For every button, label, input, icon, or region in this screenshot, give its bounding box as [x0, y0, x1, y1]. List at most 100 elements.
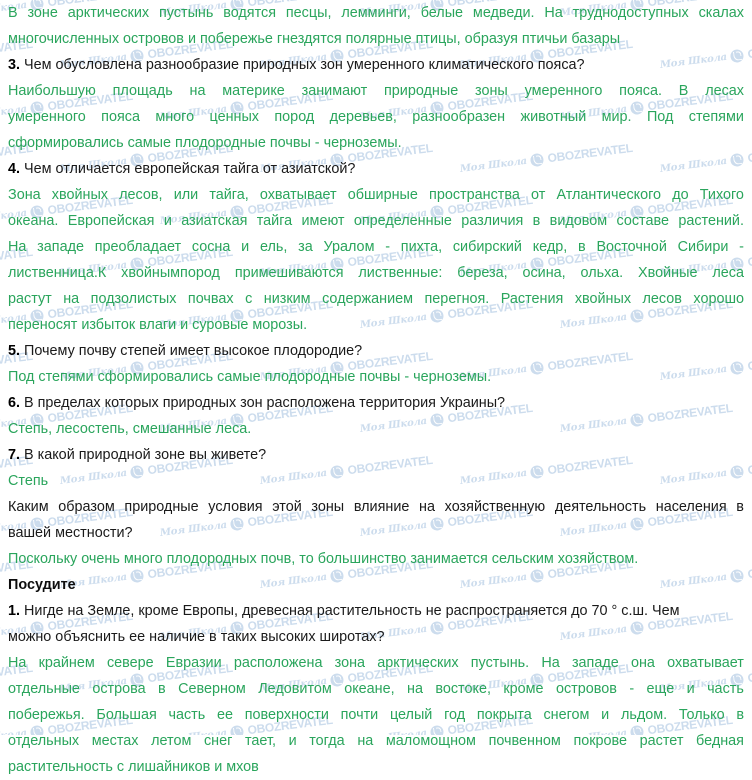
text-word: хвойных	[574, 291, 632, 307]
text-word: отдельные	[8, 681, 80, 697]
text-word: льдом.	[620, 707, 668, 723]
text-word: различия	[461, 213, 524, 229]
text-word: отдельных	[8, 733, 80, 749]
text-word: составе	[616, 213, 669, 229]
text-word: почти	[340, 707, 379, 723]
text-word: тайга	[256, 213, 293, 229]
text-word: умеренного	[524, 83, 603, 99]
text-word: на	[407, 681, 423, 697]
question-block: 6. В пределах которых природных зон распо…	[8, 390, 744, 416]
question-number: 1.	[8, 603, 21, 619]
text-word: хвойных	[51, 187, 109, 203]
text-word: покрыта	[476, 707, 532, 723]
text-word: пространства	[429, 187, 520, 203]
text-word: зоне	[27, 5, 58, 21]
text-word: Зона	[8, 187, 41, 203]
text-word: ольха.	[580, 265, 624, 281]
text-word: или	[173, 187, 199, 203]
text-word: кроме	[503, 681, 544, 697]
text-word: арктических	[377, 655, 459, 671]
question-line: вашей местности?	[8, 525, 133, 541]
text-word: востоке,	[435, 681, 491, 697]
text-word: от	[531, 187, 546, 203]
answer-block: Взоне арктических пустынь водятся песцы, лемм…	[8, 0, 744, 52]
text-word: низким	[263, 291, 311, 307]
text-word: до	[672, 187, 689, 203]
text-word: преобладает	[94, 239, 182, 255]
text-word: в	[532, 213, 541, 229]
answer-line: растительность с лишайников и мхов	[8, 759, 259, 775]
text-word: площадь	[112, 83, 173, 99]
text-word: поверхности	[244, 707, 329, 723]
text-word: В	[8, 5, 18, 21]
answer-line: умеренного пояса много ценных пород деревьев,…	[8, 104, 744, 130]
text-word: почвенном	[488, 733, 561, 749]
question-number: 5.	[8, 343, 21, 359]
text-word: за	[298, 239, 313, 255]
question-line: 1. Нигде на Земле, кроме Европы, древесна…	[8, 598, 744, 624]
answer-line: лиственница.К хвойнымпород примешиваются ли…	[8, 260, 744, 286]
text-word: определенные	[353, 213, 452, 229]
answer-line: растут на подзолистых почвах с низким содержан…	[8, 286, 744, 312]
text-word: растет	[639, 733, 684, 749]
text-word: занимают	[301, 83, 368, 99]
text-word: Уралом	[323, 239, 375, 255]
question-text: Чем отличается европейская тайга от азиа…	[24, 161, 356, 177]
answer-line: сформировались самые плодородные почвы -…	[8, 135, 402, 151]
text-word: условия	[208, 499, 263, 515]
text-word: скалах	[698, 5, 744, 21]
text-word: часть	[707, 681, 744, 697]
text-word: пихта,	[400, 239, 443, 255]
text-word: западе	[571, 655, 619, 671]
text-word: арктических	[67, 5, 150, 21]
text-word: охватывает	[667, 655, 744, 671]
text-word: на	[63, 291, 80, 307]
text-word: местах	[91, 733, 139, 749]
text-word: пояса	[101, 109, 140, 125]
answer-line: Наибольшую площадь на материке занимают приро…	[8, 78, 744, 104]
text-word: лиственные:	[358, 265, 443, 281]
text-word: она	[630, 655, 655, 671]
answer-block: Зона хвойных лесов, или тайга, охватывает обши…	[8, 182, 744, 338]
question-line: Каким образом природные условия этой зоны влия…	[8, 494, 744, 520]
text-word: хвойнымпород	[121, 265, 220, 281]
question-line: 5. Почему почву степей имеет высокое плод…	[8, 338, 744, 364]
text-word: мир.	[601, 109, 632, 125]
question-line: можно объяснить ее наличие в таких высок…	[8, 629, 385, 645]
text-word: материке	[222, 83, 285, 99]
text-word: и	[241, 239, 250, 255]
answer-line: побережья. Большая часть ее поверхности почти…	[8, 702, 744, 728]
question-text: В пределах которых природных зон располо…	[24, 395, 506, 411]
text-word: труднодоступных	[572, 5, 689, 21]
text-word: содержанием	[322, 291, 414, 307]
question-text: В какой природной зоне вы живете?	[24, 447, 267, 463]
text-word: на	[419, 499, 435, 515]
text-word: В	[678, 83, 689, 99]
text-word: и	[163, 213, 172, 229]
question-block: Каким образом природные условия этой зоны влия…	[8, 494, 744, 546]
text-word: зоны	[311, 499, 345, 515]
text-word: деревьев,	[329, 109, 397, 125]
section-heading: Посудите	[8, 572, 744, 598]
text-word: Европейская	[67, 213, 155, 229]
text-word: На	[544, 5, 563, 21]
text-word: лесов	[642, 291, 682, 307]
text-word: тайга,	[209, 187, 249, 203]
text-word: на	[357, 733, 374, 749]
text-word: Под	[646, 109, 674, 125]
text-word: с	[245, 291, 253, 307]
text-word: Северном	[178, 681, 246, 697]
text-word: обширные	[347, 187, 418, 203]
text-word: Тихого	[699, 187, 744, 203]
answer-line: Поскольку очень много плодородных почв, …	[8, 551, 639, 567]
text-word: ель,	[259, 239, 288, 255]
answer-block: Поскольку очень много плодородных почв, …	[8, 546, 744, 572]
text-word: летом	[151, 733, 192, 749]
answer-line: Взоне арктических пустынь водятся песцы, лемм…	[8, 0, 744, 26]
answer-block: Степь, лесостепь, смешанные леса.	[8, 416, 744, 442]
text-word: видовом	[549, 213, 608, 229]
text-word: океане,	[344, 681, 395, 697]
text-word: охватывает	[259, 187, 337, 203]
text-word: крайнем	[38, 655, 95, 671]
answer-block: Наибольшую площадь на материке занимают приро…	[8, 78, 744, 156]
